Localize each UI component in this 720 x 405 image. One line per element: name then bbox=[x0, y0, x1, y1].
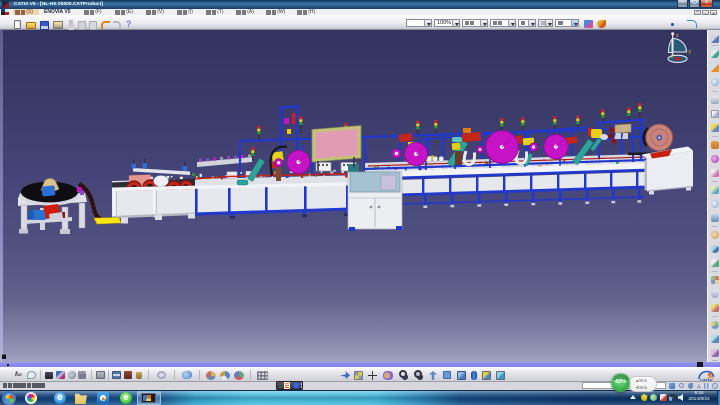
svg-text:y: y bbox=[689, 49, 692, 55]
svg-text:z: z bbox=[676, 33, 679, 39]
